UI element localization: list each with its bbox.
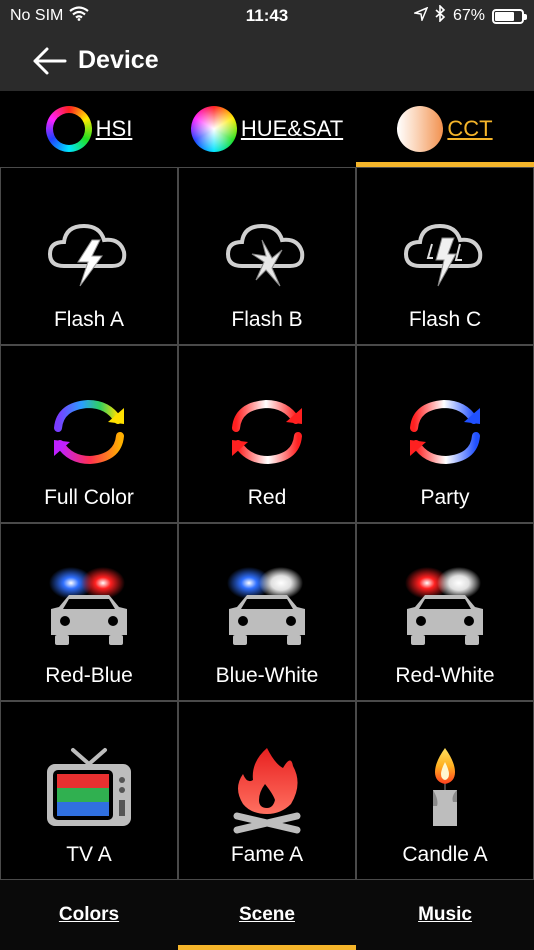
bottom-tab-bar: Colors Scene Music [0, 880, 534, 950]
tab-music[interactable]: Music [356, 880, 534, 950]
scene-label: Fame A [230, 843, 304, 866]
scene-full-color[interactable]: Full Color [0, 345, 178, 523]
scene-label: TV A [66, 843, 112, 866]
mode-tabs: HSI HUE&SAT CCT [0, 91, 534, 167]
scene-party[interactable]: Party [356, 345, 534, 523]
scene-candle-a[interactable]: Candle A [356, 701, 534, 880]
status-bar: No SIM 11:43 67% [0, 0, 534, 30]
battery-percent: 67% [452, 7, 485, 24]
scene-label: Red-Blue [45, 664, 133, 687]
scene-blue-white[interactable]: Blue-White [178, 523, 356, 701]
scene-label: Red-White [395, 664, 495, 687]
lightning-cloud-icon [34, 204, 144, 304]
battery-fill [495, 11, 514, 21]
tab-hsi[interactable]: HSI [0, 91, 178, 167]
cct-disc-icon [397, 106, 444, 152]
tab-label: HUE&SAT [240, 116, 344, 141]
refresh-cycle-icon [390, 382, 500, 482]
refresh-cycle-icon [34, 382, 144, 482]
scene-label: Party [420, 486, 470, 509]
tab-label: CCT [447, 116, 493, 141]
scene-label: Blue-White [215, 664, 319, 687]
tab-scene[interactable]: Scene [178, 880, 356, 950]
tab-hue-sat[interactable]: HUE&SAT [178, 91, 356, 167]
candle-icon [390, 739, 500, 839]
scene-label: Candle A [402, 843, 488, 866]
police-car-icon [212, 560, 322, 660]
police-car-icon [390, 560, 500, 660]
back-button[interactable] [24, 36, 74, 86]
scene-fame-a[interactable]: Fame A [178, 701, 356, 880]
nav-bar: Device [0, 30, 534, 91]
status-right: 67% [412, 4, 527, 27]
refresh-cycle-icon [212, 382, 322, 482]
color-wheel-icon [190, 106, 237, 152]
scene-grid: Flash A Flash B Flash C Full Color Red P… [0, 167, 534, 880]
tv-icon [34, 739, 144, 839]
arrow-left-icon [33, 47, 67, 74]
location-arrow-icon [412, 6, 429, 26]
scene-red-white[interactable]: Red-White [356, 523, 534, 701]
page-title: Device [78, 46, 159, 74]
police-car-icon [34, 560, 144, 660]
tab-colors[interactable]: Colors [0, 880, 178, 950]
scene-label: Full Color [44, 486, 134, 509]
lightning-cloud-icon [212, 204, 322, 304]
tab-label: HSI [95, 116, 133, 141]
scene-tv-a[interactable]: TV A [0, 701, 178, 880]
campfire-icon [212, 739, 322, 839]
scene-label: Flash B [231, 308, 303, 331]
scene-label: Flash A [53, 308, 125, 331]
scene-flash-c[interactable]: Flash C [356, 167, 534, 345]
scene-label: Red [247, 486, 287, 509]
tab-cct[interactable]: CCT [356, 91, 534, 167]
scene-flash-b[interactable]: Flash B [178, 167, 356, 345]
hsi-ring-icon [45, 106, 92, 152]
battery-icon [492, 8, 527, 24]
lightning-cloud-icon [390, 204, 500, 304]
scene-label: Flash C [408, 308, 482, 331]
scene-red[interactable]: Red [178, 345, 356, 523]
scene-red-blue[interactable]: Red-Blue [0, 523, 178, 701]
bluetooth-icon [435, 4, 446, 27]
scene-flash-a[interactable]: Flash A [0, 167, 178, 345]
